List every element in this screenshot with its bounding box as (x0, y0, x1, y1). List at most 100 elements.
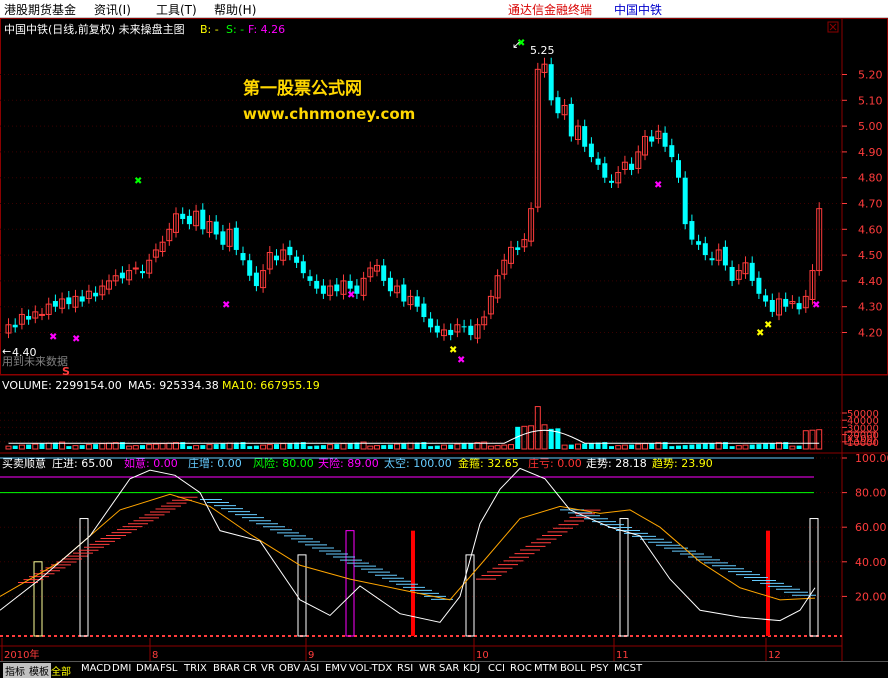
candle-body-down (180, 213, 186, 219)
volume-bar-up (260, 444, 267, 450)
volume-bar-up (394, 443, 401, 450)
volume-bar-down (629, 444, 635, 449)
candle-body-down (588, 143, 594, 158)
volume-bar-up (266, 444, 273, 450)
tab-指标[interactable]: 指标 (3, 663, 27, 678)
candle-body-down (26, 315, 32, 320)
tab-全部[interactable]: 全部 (51, 663, 71, 678)
volume-bar-up (816, 429, 823, 450)
volume-bar-down (79, 445, 85, 449)
tab-wr[interactable]: WR (419, 663, 436, 674)
indicator-f: F: 4.26 (248, 23, 285, 36)
volume-bar-up (280, 443, 287, 450)
tab-模板[interactable]: 模板 (27, 663, 51, 678)
candle-body-down (629, 163, 635, 170)
app-brand: 通达信金融终端 (508, 3, 593, 17)
volume-bar-down (769, 443, 775, 449)
tab-mcst[interactable]: MCST (614, 663, 642, 674)
volume-bar-up (99, 443, 106, 450)
tab-rsi[interactable]: RSI (397, 663, 413, 674)
volume-bar-up (575, 443, 581, 450)
volume-bar-down (347, 443, 353, 449)
candle-body-down (555, 97, 561, 114)
candle-body-down (582, 126, 588, 147)
tab-fsl[interactable]: FSL (160, 663, 178, 674)
candle-body-down (649, 136, 655, 142)
price-axis: 5.20 5.10 5.00 4.90 4.80 4.70 4.60 4.50 4.40 4.30… (842, 69, 883, 340)
volume-bar-up (152, 443, 159, 450)
indicator-tick-label: 20.00 (855, 590, 887, 603)
watermark-title: 第一股票公式网 (243, 78, 362, 99)
indicator-tick-label: 60.00 (855, 521, 887, 534)
candle-body-down (200, 209, 206, 230)
menu-item-tools[interactable]: 工具(T) (156, 1, 197, 18)
signal-bar-red (411, 530, 415, 636)
tab-trix[interactable]: TRIX (184, 663, 207, 674)
candle-body-down (709, 258, 715, 261)
volume-bar-down (749, 444, 755, 449)
volume-bar-down (709, 443, 715, 449)
volume-bar-up (159, 443, 166, 450)
volume-bar-up (501, 444, 508, 450)
signal-cross-icon: ✖ (449, 345, 457, 356)
tab-sar[interactable]: SAR (439, 663, 459, 674)
volume-bar-down (320, 445, 326, 449)
candle-body-down (186, 215, 192, 225)
candle-body-down (756, 277, 762, 294)
indicator-value-label: 走势: 28.18 (586, 457, 647, 470)
menu-item-help[interactable]: 帮助(H) (214, 1, 256, 18)
tab-mtm[interactable]: MTM (534, 663, 557, 674)
candle-body-down (414, 296, 420, 307)
candle-body-down (140, 271, 145, 274)
volume-bar-down (682, 445, 688, 449)
volume-bar-up (735, 445, 742, 450)
volume-bar-down (548, 428, 554, 449)
signal-box (465, 554, 475, 637)
volume-bar-down (381, 445, 387, 449)
volume-bar-up (18, 444, 25, 450)
date-label: 12 (768, 650, 781, 661)
volume-bar-up (407, 442, 414, 450)
tab-vol-tdx[interactable]: VOL-TDX (349, 663, 392, 674)
tab-kdj[interactable]: KDJ (463, 663, 480, 674)
tab-dmi[interactable]: DMI (112, 663, 131, 674)
high-price-label: 5.25 (530, 44, 555, 57)
indicator-b: B: - (200, 23, 219, 36)
menu-item-info[interactable]: 资讯(I) (94, 1, 131, 18)
tab-dma[interactable]: DMA (136, 663, 159, 674)
indicator-s: S: - (226, 23, 244, 36)
tab-macd[interactable]: MACD (81, 663, 111, 674)
tab-emv[interactable]: EMV (325, 663, 347, 674)
volume-bar-up (615, 445, 622, 450)
tab-roc[interactable]: ROC (510, 663, 532, 674)
candle-body-down (314, 280, 320, 289)
tab-boll[interactable]: BOLL (560, 663, 586, 674)
tab-cci[interactable]: CCI (488, 663, 505, 674)
volume-bar-down (669, 446, 675, 449)
candle-body-down (93, 292, 99, 297)
candle-body-down (307, 276, 313, 281)
main-title: 中国中铁(日线,前复权) 未来操盘主图 (4, 22, 185, 36)
volume-bar-down (696, 444, 702, 449)
volume-bar-up (126, 445, 133, 450)
volume-bar-down (676, 445, 681, 449)
volume-unit: X100 (847, 434, 873, 445)
candle-body-down (287, 246, 293, 256)
menu-item-hk-futures[interactable]: 港股期货基金 (4, 1, 76, 18)
volume-bar-up (85, 444, 92, 450)
candle-body-down (448, 329, 454, 336)
candle-body-down (609, 180, 614, 183)
volume-bar-up (454, 443, 461, 450)
tab-asi[interactable]: ASI (303, 663, 319, 674)
tab-vr[interactable]: VR (261, 663, 275, 674)
tab-obv[interactable]: OBV (279, 663, 300, 674)
candle-body-down (52, 301, 58, 307)
tab-brar[interactable]: BRAR (213, 663, 240, 674)
tab-cr[interactable]: CR (243, 663, 257, 674)
price-tick-label: 4.80 (858, 172, 883, 185)
volume-bar-up (621, 444, 628, 450)
signal-cross-icon: ✖ (654, 180, 662, 191)
candle-body-down (689, 221, 695, 240)
price-tick-label: 4.70 (858, 198, 883, 211)
tab-psy[interactable]: PSY (590, 663, 609, 674)
